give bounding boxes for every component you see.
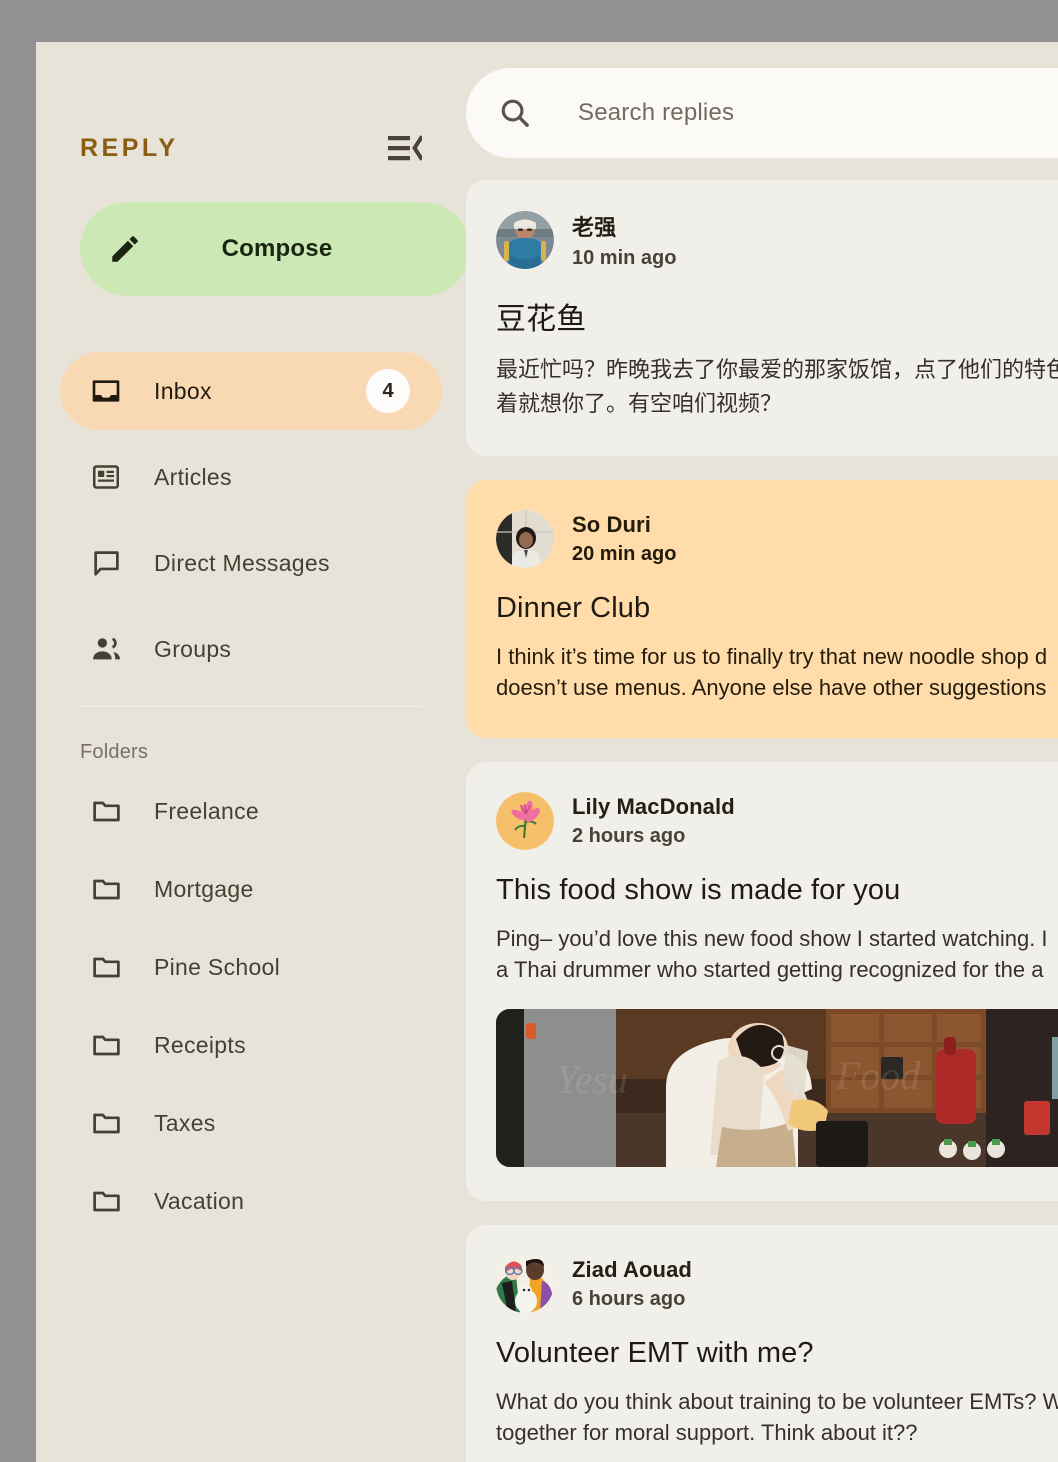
sidebar-folder-freelance[interactable]: Freelance xyxy=(60,772,442,850)
timestamp: 2 hours ago xyxy=(572,824,686,847)
sender-name: 老强 xyxy=(572,215,617,240)
search-placeholder-text: Search replies xyxy=(578,99,735,126)
timestamp: 20 min ago xyxy=(572,543,677,566)
compose-button-label: Compose xyxy=(221,235,333,262)
avatar xyxy=(496,791,554,850)
email-card[interactable]: Ziad Aouad 6 hours ago Volunteer EMT wit… xyxy=(466,1225,1058,1462)
folder-label: Mortgage xyxy=(154,875,254,902)
article-icon xyxy=(88,462,124,492)
email-meta: So Duri 20 min ago xyxy=(572,512,676,566)
email-card-list: 老强 10 min ago 豆花鱼 最近忙吗？昨晚我去了你最爱的那家饭馆，点了他… xyxy=(466,180,1058,1462)
menu-open-icon[interactable] xyxy=(388,135,422,161)
email-preview-body: Ping– you’d love this new food show I st… xyxy=(496,925,1048,982)
sender-name: Lily MacDonald xyxy=(572,793,735,819)
email-card[interactable]: 老强 10 min ago 豆花鱼 最近忙吗？昨晚我去了你最爱的那家饭馆，点了他… xyxy=(466,180,1058,457)
sidebar-folder-pine-school[interactable]: Pine School xyxy=(60,928,442,1006)
avatar xyxy=(496,510,554,569)
svg-text:Food: Food xyxy=(835,1053,921,1098)
svg-text:Yesu: Yesu xyxy=(556,1057,628,1102)
sidebar-item-label: Inbox xyxy=(154,377,212,404)
email-card[interactable]: Lily MacDonald 2 hours ago This food sho… xyxy=(466,761,1058,1202)
email-list-pane: Search replies 老强 10 min ago 豆花鱼 最近忙吗？昨晚… xyxy=(466,42,1058,1462)
email-meta: Ziad Aouad 6 hours ago xyxy=(572,1257,692,1311)
sidebar-item-articles[interactable]: Articles xyxy=(60,438,442,516)
chat-bubble-icon xyxy=(88,548,124,579)
folder-icon xyxy=(88,1186,124,1217)
avatar xyxy=(496,1255,554,1314)
sidebar-item-inbox[interactable]: Inbox 4 xyxy=(60,352,442,430)
search-icon xyxy=(498,96,532,130)
search-input[interactable]: Search replies xyxy=(466,68,1058,158)
folder-icon xyxy=(88,1108,124,1139)
folders-section-label: Folders xyxy=(80,741,149,763)
primary-nav-list: Inbox 4 Articles Direct Messages Groups xyxy=(60,352,442,688)
sidebar-folder-taxes[interactable]: Taxes xyxy=(60,1084,442,1162)
email-meta: Lily MacDonald 2 hours ago xyxy=(572,794,735,848)
sender-name: So Duri xyxy=(572,512,651,538)
sidebar-item-groups[interactable]: Groups xyxy=(60,610,442,688)
pencil-icon xyxy=(108,232,142,266)
app-brand-title: REPLY xyxy=(80,133,179,162)
sidebar-item-direct-messages[interactable]: Direct Messages xyxy=(60,524,442,602)
sidebar-item-label: Direct Messages xyxy=(154,549,330,576)
timestamp: 10 min ago xyxy=(572,247,677,269)
email-subject: Dinner Club xyxy=(496,592,651,625)
email-card-header: So Duri 20 min ago xyxy=(496,510,1058,569)
email-card-header: Lily MacDonald 2 hours ago xyxy=(496,791,1058,850)
email-preview-body: I think it’s time for us to finally try … xyxy=(496,644,1048,701)
email-meta: 老强 10 min ago xyxy=(572,210,676,270)
folder-icon xyxy=(88,874,124,905)
email-subject: 豆花鱼 xyxy=(496,302,587,337)
navigation-sidebar: REPLY Compose Inbox 4 Articles Direct Me… xyxy=(36,42,470,1462)
app-window: REPLY Compose Inbox 4 Articles Direct Me… xyxy=(36,42,1058,1462)
email-card-header: 老强 10 min ago xyxy=(496,210,1058,270)
folder-label: Vacation xyxy=(154,1187,245,1214)
folder-label: Pine School xyxy=(154,953,281,980)
email-card[interactable]: So Duri 20 min ago Dinner Club I think i… xyxy=(466,480,1058,738)
folders-list: Freelance Mortgage Pine School Receipts … xyxy=(60,772,442,1240)
timestamp: 6 hours ago xyxy=(572,1288,686,1311)
email-subject: Volunteer EMT with me? xyxy=(496,1337,814,1370)
email-subject: This food show is made for you xyxy=(496,873,901,906)
sidebar-item-label: Groups xyxy=(154,635,232,662)
people-icon xyxy=(88,633,124,666)
inbox-unread-badge: 4 xyxy=(366,369,410,413)
compose-button[interactable]: Compose xyxy=(80,202,470,296)
avatar xyxy=(496,211,554,269)
inbox-icon xyxy=(88,375,124,407)
email-card-header: Ziad Aouad 6 hours ago xyxy=(496,1255,1058,1314)
folder-label: Receipts xyxy=(154,1031,246,1058)
folder-icon xyxy=(88,796,124,827)
email-attachment-image[interactable]: Yesu Food xyxy=(496,1009,1058,1168)
sidebar-item-label: Articles xyxy=(154,463,232,490)
email-preview-body: What do you think about training to be v… xyxy=(496,1389,1058,1446)
folder-icon xyxy=(88,952,124,983)
folder-icon xyxy=(88,1030,124,1061)
sidebar-folder-mortgage[interactable]: Mortgage xyxy=(60,850,442,928)
folder-label: Freelance xyxy=(154,797,259,824)
email-preview-body: 最近忙吗？昨晚我去了你最爱的那家饭馆，点了他们的特色 着就想你了。有空咱们视频？ xyxy=(496,358,1058,418)
sender-name: Ziad Aouad xyxy=(572,1257,692,1283)
sidebar-folder-vacation[interactable]: Vacation xyxy=(60,1162,442,1240)
sidebar-folder-receipts[interactable]: Receipts xyxy=(60,1006,442,1084)
sidebar-header: REPLY xyxy=(60,110,442,186)
folder-label: Taxes xyxy=(154,1109,216,1136)
